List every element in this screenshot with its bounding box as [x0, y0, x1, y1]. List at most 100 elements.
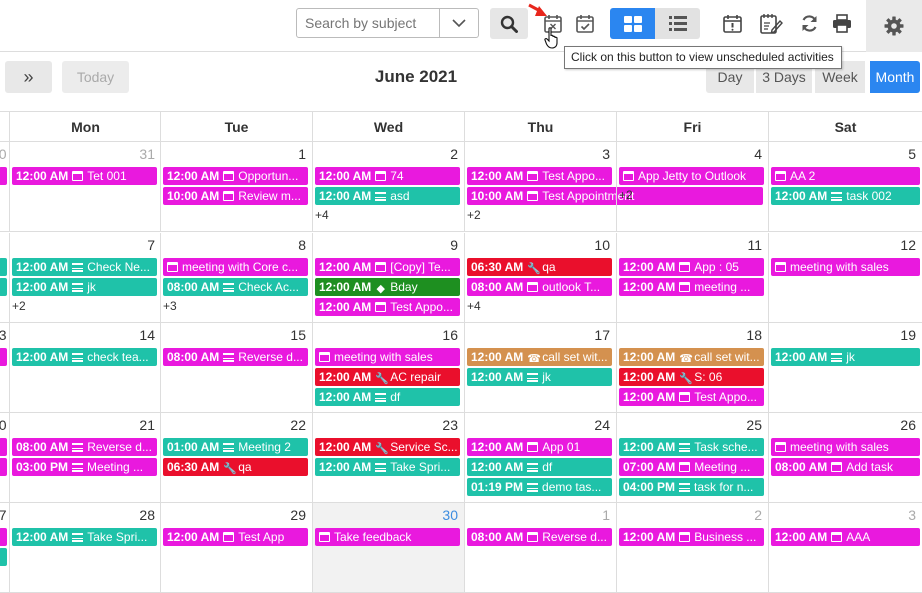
day-number[interactable]: 12 [768, 237, 916, 253]
calendar-event[interactable]: meeting with Core c... [163, 258, 308, 276]
calendar-event[interactable]: 12:00 AM Test Appo... [315, 298, 460, 316]
day-number[interactable]: 7 [9, 237, 155, 253]
calendar-event[interactable]: 12:00 AM 🔧Service Sc... [315, 438, 460, 456]
calendar-event[interactable]: 12:00 AM Business ... [619, 528, 764, 546]
more-events-link[interactable]: +2 [12, 299, 26, 313]
settings-button[interactable] [866, 0, 922, 52]
calendar-event[interactable]: 12:00 AM ☎call set wit... [467, 348, 612, 366]
calendar-event[interactable]: meeting with sales [771, 258, 920, 276]
day-number[interactable]: 10 [464, 237, 610, 253]
calendar-event-partial[interactable] [0, 438, 7, 456]
calendar-event[interactable]: 12:00 AM App 01 [467, 438, 612, 456]
calendar-event[interactable]: 12:00 AM ☎call set wit... [619, 348, 764, 366]
day-number[interactable]: 19 [768, 327, 916, 343]
calendar-event-partial[interactable] [0, 348, 7, 366]
list-view-button[interactable] [655, 8, 700, 39]
calendar-event[interactable]: 12:00 AM check tea... [12, 348, 157, 366]
calendar-event[interactable]: 12:00 AM Check Ne... [12, 258, 157, 276]
calendar-event[interactable]: 12:00 AM Take Spri... [12, 528, 157, 546]
calendar-alert-button[interactable] [718, 8, 746, 39]
calendar-event[interactable]: 08:00 AM Reverse d... [12, 438, 157, 456]
calendar-event[interactable]: 12:00 AM Tet 001 [12, 167, 157, 185]
day-number[interactable]: 1 [464, 507, 610, 523]
calendar-event[interactable]: 12:00 AM asd [315, 187, 460, 205]
calendar-event[interactable]: 12:00 AM jk [771, 348, 920, 366]
day-number[interactable]: 16 [312, 327, 458, 343]
more-events-link[interactable]: +2 [619, 188, 633, 202]
calendar-event[interactable]: 12:00 AM Take Spri... [315, 458, 460, 476]
day-number[interactable]: 8 [160, 237, 306, 253]
day-number[interactable]: 26 [768, 417, 916, 433]
calendar-event[interactable]: 06:30 AM 🔧qa [467, 258, 612, 276]
day-number[interactable]: 3 [464, 146, 610, 162]
calendar-event[interactable]: 12:00 AM ◆ Bday [315, 278, 460, 296]
day-number[interactable]: 2 [616, 507, 762, 523]
calendar-event[interactable]: 08:00 AM Check Ac... [163, 278, 308, 296]
calendar-event[interactable]: 12:00 AM meeting ... [619, 278, 764, 296]
more-events-link[interactable]: +3 [163, 299, 177, 313]
day-number[interactable]: 5 [768, 146, 916, 162]
edit-notes-button[interactable] [756, 8, 786, 39]
calendar-event[interactable]: 12:00 AM Test App [163, 528, 308, 546]
refresh-button[interactable] [796, 8, 822, 39]
day-number[interactable]: 4 [616, 146, 762, 162]
day-number[interactable]: 25 [616, 417, 762, 433]
calendar-event[interactable]: 12:00 AM Test Appo... [467, 167, 612, 185]
grid-view-button[interactable] [610, 8, 655, 39]
calendar-event-partial[interactable] [0, 528, 7, 546]
day-number[interactable]: 11 [616, 237, 762, 253]
calendar-event[interactable]: Take feedback [315, 528, 460, 546]
day-number[interactable]: 3 [768, 507, 916, 523]
calendar-event[interactable]: 07:00 AM Meeting ... [619, 458, 764, 476]
calendar-event[interactable]: 10:00 AM Review m... [163, 187, 308, 205]
calendar-event[interactable]: meeting with sales [315, 348, 460, 366]
calendar-event[interactable]: 08:00 AM Reverse d... [467, 528, 612, 546]
calendar-event[interactable]: 06:30 AM 🔧qa [163, 458, 308, 476]
calendar-event[interactable]: 08:00 AM Add task [771, 458, 920, 476]
calendar-event[interactable]: 12:00 AM [Copy] Te... [315, 258, 460, 276]
day-number[interactable]: 14 [9, 327, 155, 343]
search-dropdown-button[interactable] [439, 9, 478, 37]
calendar-event[interactable]: 12:00 AM df [315, 388, 460, 406]
calendar-event[interactable]: 12:00 AM 74 [315, 167, 460, 185]
day-number[interactable]: 24 [464, 417, 610, 433]
calendar-event-partial[interactable] [0, 258, 7, 276]
day-number[interactable]: 28 [9, 507, 155, 523]
calendar-event[interactable]: 12:00 AM AAA [771, 528, 920, 546]
calendar-event[interactable]: 12:00 AM jk [12, 278, 157, 296]
search-button[interactable] [490, 8, 528, 39]
view-month-button[interactable]: Month [870, 61, 920, 93]
calendar-event[interactable]: meeting with sales [771, 438, 920, 456]
day-number[interactable]: 21 [9, 417, 155, 433]
day-number[interactable]: 18 [616, 327, 762, 343]
print-button[interactable] [828, 8, 856, 39]
search-input[interactable] [297, 9, 439, 37]
calendar-event[interactable]: 04:00 PM task for n... [619, 478, 764, 496]
calendar-event[interactable]: 12:00 AM df [467, 458, 612, 476]
calendar-event[interactable]: 12:00 AM Test Appo... [619, 388, 764, 406]
calendar-event-partial[interactable] [0, 548, 7, 566]
calendar-event[interactable]: 03:00 PM Meeting ... [12, 458, 157, 476]
day-number[interactable]: 1 [160, 146, 306, 162]
day-number[interactable]: 23 [312, 417, 458, 433]
day-number[interactable]: 22 [160, 417, 306, 433]
calendar-event[interactable]: 12:00 AM App : 05 [619, 258, 764, 276]
calendar-event-partial[interactable] [0, 167, 7, 185]
day-number[interactable]: 31 [9, 146, 155, 162]
more-events-link[interactable]: +4 [467, 299, 481, 313]
calendar-event[interactable]: 12:00 AM jk [467, 368, 612, 386]
calendar-event[interactable]: 08:00 AM Reverse d... [163, 348, 308, 366]
day-number[interactable]: 29 [160, 507, 306, 523]
calendar-event-partial[interactable] [0, 278, 7, 296]
calendar-event[interactable]: App Jetty to Outlook [619, 167, 764, 185]
search-box[interactable] [296, 8, 479, 38]
calendar-event[interactable]: 01:19 PM demo tas... [467, 478, 612, 496]
more-events-link[interactable]: +4 [315, 208, 329, 222]
calendar-event[interactable]: 12:00 AM 🔧AC repair [315, 368, 460, 386]
day-number[interactable]: 15 [160, 327, 306, 343]
calendar-event[interactable]: AA 2 [771, 167, 920, 185]
calendar-event[interactable]: 08:00 AM outlook T... [467, 278, 612, 296]
calendar-event-partial[interactable] [0, 458, 7, 476]
calendar-event[interactable]: 12:00 AM Opportun... [163, 167, 308, 185]
calendar-event[interactable]: 12:00 AM 🔧S: 06 [619, 368, 764, 386]
